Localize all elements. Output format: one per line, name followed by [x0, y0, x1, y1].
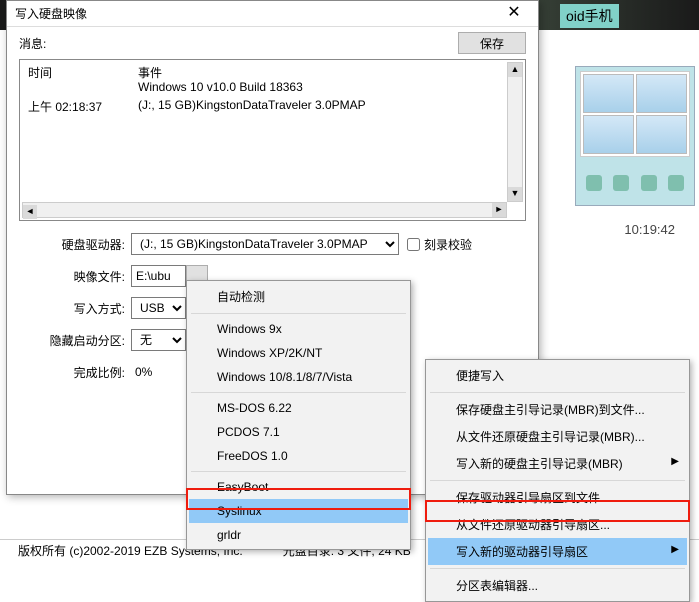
save-button[interactable]: 保存	[458, 32, 526, 54]
boot-type-menu: 自动检测 Windows 9x Windows XP/2K/NT Windows…	[186, 280, 411, 550]
menu-item[interactable]: 自动检测	[189, 283, 408, 310]
image-file-label: 映像文件:	[19, 268, 131, 285]
dialog-title: 写入硬盘映像	[11, 5, 494, 22]
hidden-partition-label: 隐藏启动分区:	[19, 332, 131, 349]
message-label: 消息:	[19, 35, 458, 52]
menu-item[interactable]: grldr	[189, 523, 408, 547]
menu-item[interactable]: Windows 9x	[189, 317, 408, 341]
chevron-right-icon: ▶	[671, 456, 679, 467]
progress-label: 完成比例:	[19, 364, 131, 381]
menu-item[interactable]: MS-DOS 6.22	[189, 396, 408, 420]
submenu-item[interactable]: 分区表编辑器...	[428, 572, 687, 599]
menu-item-syslinux[interactable]: Syslinux	[189, 499, 408, 523]
hidden-partition-select[interactable]: 无	[131, 329, 186, 351]
bg-window-label: oid手机	[560, 4, 619, 28]
menu-item[interactable]: Windows 10/8.1/8/7/Vista	[189, 365, 408, 389]
submenu-item[interactable]: 从文件还原驱动器引导扇区...	[428, 511, 687, 538]
submenu-item[interactable]: 便捷写入	[428, 362, 687, 389]
log-row: Windows 10 v10.0 Build 18363	[20, 78, 525, 96]
scrollbar-horizontal[interactable]: ◄►	[22, 202, 507, 218]
submenu-item[interactable]: 保存驱动器引导扇区到文件...	[428, 484, 687, 511]
menu-item[interactable]: FreeDOS 1.0	[189, 444, 408, 468]
menu-item[interactable]: PCDOS 7.1	[189, 420, 408, 444]
menu-item[interactable]: Windows XP/2K/NT	[189, 341, 408, 365]
drive-select[interactable]: (J:, 15 GB)KingstonDataTraveler 3.0PMAP	[131, 233, 399, 255]
write-method-select[interactable]: USB-HD	[131, 297, 186, 319]
close-button[interactable]: ✕	[494, 2, 534, 26]
log-col-event[interactable]: 事件	[138, 64, 162, 78]
progress-value: 0%	[135, 365, 152, 379]
thumbnail-timestamp: 10:19:42	[624, 222, 675, 237]
boot-submenu: 便捷写入 保存硬盘主引导记录(MBR)到文件... 从文件还原硬盘主引导记录(M…	[425, 359, 690, 602]
write-method-label: 写入方式:	[19, 300, 131, 317]
verify-checkbox[interactable]: 刻录校验	[407, 236, 472, 253]
log-listview[interactable]: 时间 事件 Windows 10 v10.0 Build 18363 上午 02…	[19, 59, 526, 221]
image-file-input[interactable]	[131, 265, 186, 287]
log-row: 上午 02:18:37 (J:, 15 GB)KingstonDataTrave…	[20, 96, 525, 117]
chevron-right-icon: ▶	[671, 544, 679, 555]
dialog-titlebar: 写入硬盘映像 ✕	[7, 1, 538, 27]
submenu-item[interactable]: 从文件还原硬盘主引导记录(MBR)...	[428, 423, 687, 450]
thumbnail-preview[interactable]	[575, 66, 695, 206]
drive-label: 硬盘驱动器:	[19, 236, 131, 253]
submenu-item[interactable]: 写入新的硬盘主引导记录(MBR)▶	[428, 450, 687, 477]
menu-item[interactable]: EasyBoot	[189, 475, 408, 499]
submenu-item[interactable]: 保存硬盘主引导记录(MBR)到文件...	[428, 396, 687, 423]
scrollbar-vertical[interactable]: ▲▼	[507, 62, 523, 202]
log-col-time[interactable]: 时间	[28, 64, 138, 78]
